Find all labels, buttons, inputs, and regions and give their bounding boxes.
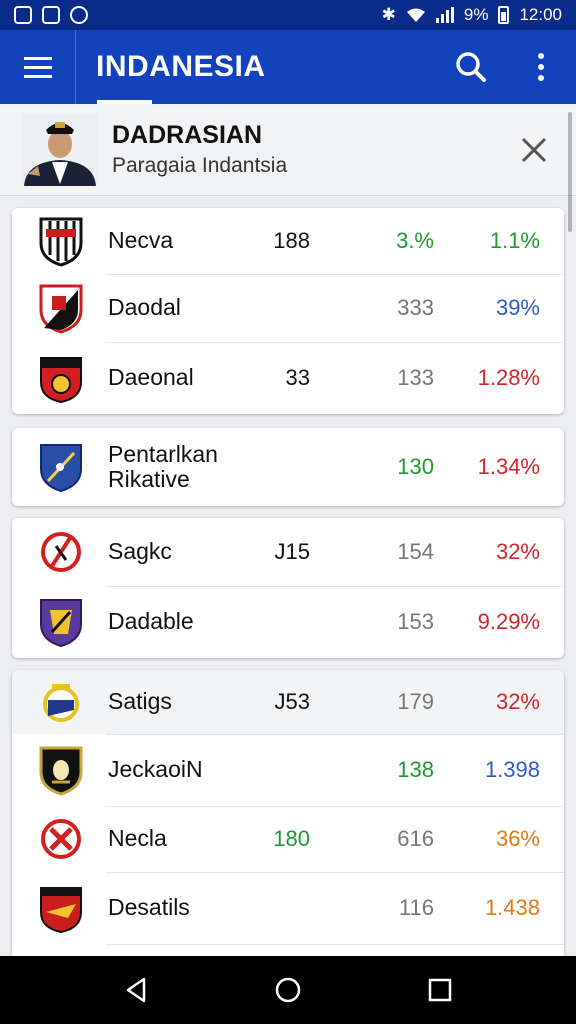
team-name: Sagkc: [108, 538, 172, 565]
scroll-indicator[interactable]: [568, 112, 572, 232]
team-row[interactable]: Necla 180 616 36%: [12, 806, 564, 872]
striped-shield-crest: [39, 217, 83, 267]
banner-subtitle: Paragaia Indantsia: [112, 154, 288, 177]
menu-icon: [23, 65, 52, 69]
search-button[interactable]: [436, 30, 506, 104]
stat-col3: 1.34%: [477, 454, 540, 479]
stat-col2: 616: [397, 826, 434, 851]
stat-col3: 32%: [495, 539, 540, 564]
stat-col1: J15: [274, 539, 310, 564]
battery-percent: 9%: [463, 5, 489, 24]
team-row[interactable]: JeckaoiN 138 1.398: [12, 734, 564, 806]
recents-button[interactable]: [426, 976, 454, 1004]
stat-col3: 1.1%: [489, 228, 540, 253]
stat-col3: 39%: [495, 295, 540, 320]
clock-time: 12:00: [519, 5, 562, 24]
team-row[interactable]: Desatils 116 1.438: [12, 872, 564, 944]
stat-col3: 36%: [495, 826, 540, 851]
app-bar: INDANESIA: [0, 30, 576, 104]
team-group-card: Sagkc J15 154 32% Dadable 153 9.29%: [12, 518, 564, 658]
home-button[interactable]: [274, 976, 302, 1004]
overflow-menu-button[interactable]: [506, 30, 576, 104]
prohibited-circle-crest: [41, 532, 81, 572]
wifi-icon: [406, 8, 425, 22]
bluetooth-icon: ✱: [381, 5, 396, 24]
team-name: Daodal: [108, 294, 181, 321]
team-group-card: Necva 188 3.% 1.1% Daodal 333 39% Daeona…: [12, 208, 564, 414]
stat-col2: 138: [397, 757, 434, 782]
team-name: Satigs: [108, 688, 172, 715]
stat-col2: 3.%: [396, 228, 434, 253]
stat-col3: 32%: [495, 689, 540, 714]
team-name: Dadable: [108, 608, 194, 635]
team-name: Daeonal: [108, 364, 194, 391]
stat-col3: 1.438: [484, 895, 540, 920]
more-vert-icon: [538, 53, 544, 81]
team-row[interactable]: Satigs J53 179 32%: [12, 670, 564, 734]
team-row[interactable]: Daodal 333 39%: [12, 274, 564, 342]
menu-button[interactable]: [0, 30, 76, 104]
yellow-badge-crest: [43, 684, 79, 722]
team-group-card: Satigs J53 179 32% JeckaoiN 138 1.398 Ne…: [12, 670, 564, 970]
team-row[interactable]: Pentarlkan Rikative 130 1.34%: [12, 428, 564, 506]
system-nav-bar: [0, 956, 576, 1024]
status-bar: ✱ 9% 12:00: [0, 0, 576, 30]
profile-banner[interactable]: DADRASIAN Paragaia Indantsia: [0, 104, 576, 196]
app-notification-icon: [14, 6, 32, 24]
signal-icon: [435, 7, 454, 23]
blue-sword-shield-crest: [40, 444, 82, 493]
close-banner-button[interactable]: [504, 120, 564, 180]
team-name: Desatils: [108, 894, 190, 921]
stat-col2: 133: [397, 365, 434, 390]
team-row[interactable]: Dadable 153 9.29%: [12, 586, 564, 658]
team-name: Necva: [108, 227, 174, 254]
stat-col2: 130: [397, 454, 434, 479]
stat-col1: 33: [285, 365, 310, 390]
team-group-card: Pentarlkan Rikative 130 1.34%: [12, 428, 564, 506]
message-notification-icon: [42, 6, 60, 24]
close-icon: [521, 137, 547, 162]
red-bird-shield-crest: [40, 887, 82, 934]
stat-col2: 179: [397, 689, 434, 714]
battery-icon: [498, 6, 510, 24]
banner-title: DADRASIAN: [112, 121, 262, 149]
team-row[interactable]: Sagkc J15 154 32%: [12, 518, 564, 586]
team-row[interactable]: Necva 188 3.% 1.1%: [12, 208, 564, 274]
stat-col2: 154: [397, 539, 434, 564]
team-row[interactable]: Daeonal 33 133 1.28%: [12, 342, 564, 414]
stat-col1: J53: [274, 689, 310, 714]
stat-col2: 333: [397, 295, 434, 320]
stat-col1: 180: [273, 826, 310, 851]
team-name: JeckaoiN: [108, 756, 203, 783]
black-gold-shield-crest: [39, 746, 83, 796]
red-black-shield-crest: [39, 284, 83, 334]
purple-shield-crest: [40, 599, 82, 648]
team-name: Pentarlkan Rikative: [108, 440, 218, 492]
red-x-circle-crest: [41, 819, 81, 859]
stat-col3: 9.29%: [477, 609, 540, 634]
stat-col2: 153: [397, 609, 434, 634]
stat-col1: 188: [273, 228, 310, 253]
search-icon: [456, 52, 486, 82]
avatar: [22, 113, 98, 186]
red-ball-crest: [40, 357, 82, 404]
app-title: INDANESIA: [96, 50, 266, 83]
team-name: Necla: [108, 825, 167, 852]
stat-col3: 1.28%: [477, 365, 540, 390]
stat-col3: 1.398: [484, 757, 540, 782]
clock-notification-icon: [70, 6, 88, 24]
stat-col2: 116: [398, 895, 434, 920]
back-button[interactable]: [122, 976, 150, 1004]
